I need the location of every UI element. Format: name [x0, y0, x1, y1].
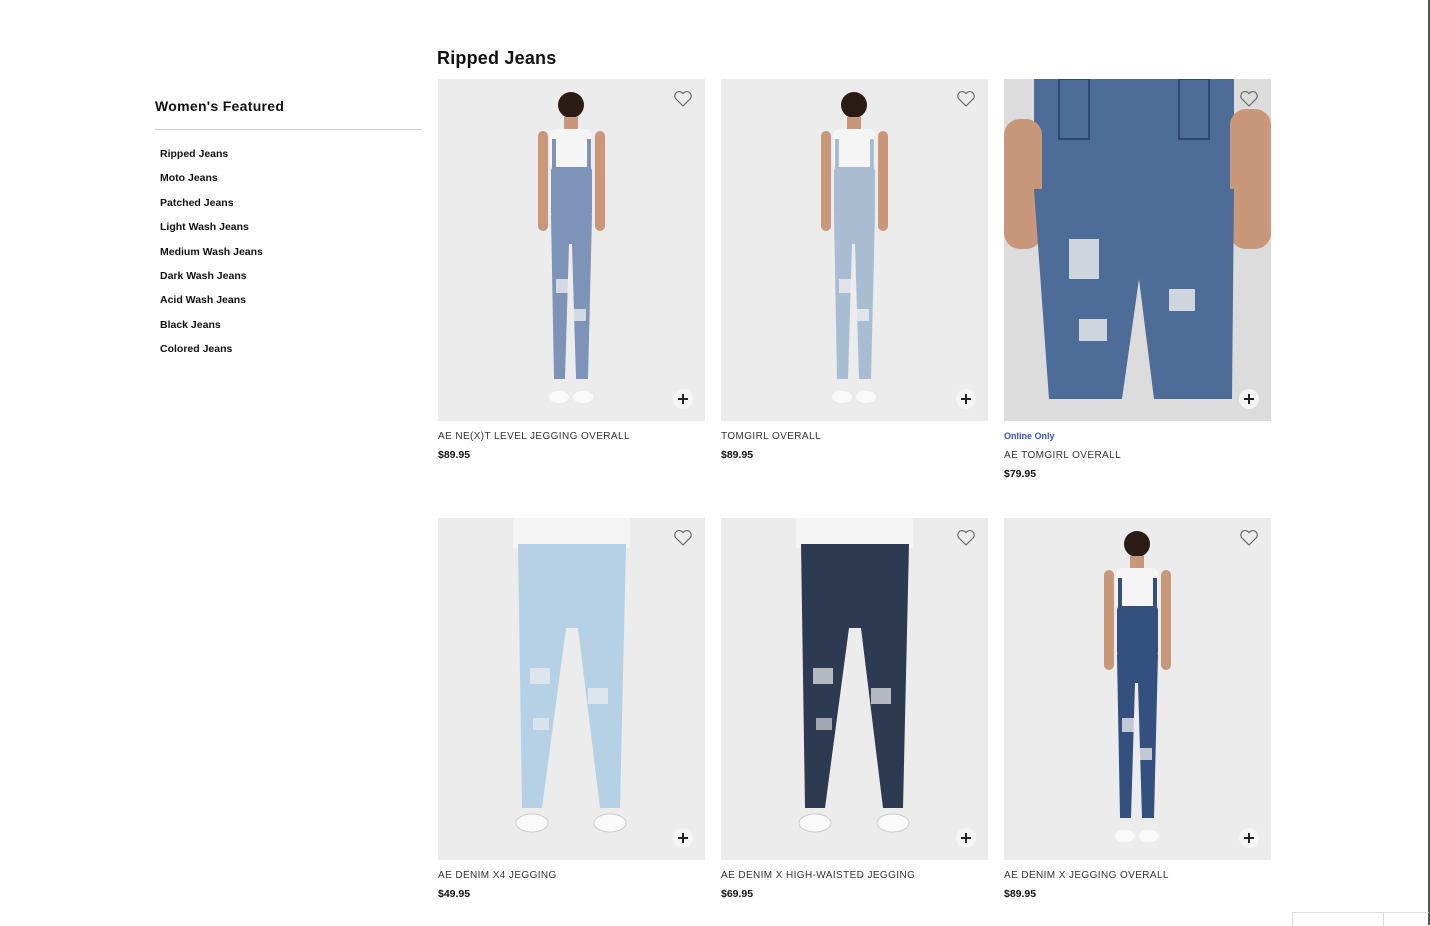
sidebar-item-light-wash-jeans[interactable]: Light Wash Jeans	[160, 220, 422, 244]
product-name[interactable]: TOMGIRL OVERALL	[721, 431, 988, 443]
plus-icon[interactable]	[673, 828, 693, 848]
product-price: $89.95	[438, 449, 471, 461]
heart-icon[interactable]	[673, 528, 693, 548]
sidebar-divider	[155, 129, 422, 130]
product-card[interactable]: TOMGIRL OVERALL $89.95	[721, 79, 988, 462]
sidebar-item-black-jeans[interactable]: Black Jeans	[160, 318, 422, 342]
heart-icon[interactable]	[1239, 89, 1259, 109]
product-card[interactable]: Online Only AE TOMGIRL OVERALL $79.95	[1004, 79, 1271, 481]
heart-icon[interactable]	[673, 89, 693, 109]
product-price: $69.95	[721, 888, 754, 900]
product-card[interactable]: AE DENIM X4 JEGGING $49.95	[438, 518, 705, 901]
product-price: $89.95	[1004, 888, 1037, 900]
plus-icon[interactable]	[673, 389, 693, 409]
sidebar-item-acid-wash-jeans[interactable]: Acid Wash Jeans	[160, 293, 422, 317]
product-card[interactable]: AE NE(X)T LEVEL JEGGING OVERALL $89.95	[438, 79, 705, 462]
product-name[interactable]: AE TOMGIRL OVERALL	[1004, 450, 1271, 462]
product-price: $89.95	[721, 449, 754, 461]
sidebar-item-medium-wash-jeans[interactable]: Medium Wash Jeans	[160, 245, 422, 269]
plus-icon[interactable]	[956, 389, 976, 409]
footer-tab	[1292, 912, 1429, 926]
product-price: $49.95	[438, 888, 471, 900]
product-image[interactable]	[1004, 518, 1271, 860]
product-image[interactable]	[721, 79, 988, 421]
category-sidebar: Women's Featured Ripped Jeans Moto Jeans…	[155, 96, 422, 367]
sidebar-title: Women's Featured	[155, 98, 285, 114]
product-name[interactable]: AE DENIM X JEGGING OVERALL	[1004, 870, 1271, 882]
product-image[interactable]	[438, 79, 705, 421]
sidebar-item-colored-jeans[interactable]: Colored Jeans	[160, 342, 422, 366]
page-title: Ripped Jeans	[437, 48, 557, 68]
plus-icon[interactable]	[956, 828, 976, 848]
product-card[interactable]: AE DENIM X HIGH-WAISTED JEGGING $69.95	[721, 518, 988, 901]
sidebar-item-patched-jeans[interactable]: Patched Jeans	[160, 196, 422, 220]
product-image[interactable]	[1004, 79, 1271, 421]
sidebar-item-dark-wash-jeans[interactable]: Dark Wash Jeans	[160, 269, 422, 293]
online-only-badge: Online Only	[1004, 431, 1055, 441]
product-name[interactable]: AE DENIM X4 JEGGING	[438, 870, 705, 882]
heart-icon[interactable]	[956, 528, 976, 548]
product-image[interactable]	[438, 518, 705, 860]
product-card[interactable]: AE DENIM X JEGGING OVERALL $89.95	[1004, 518, 1271, 901]
heart-icon[interactable]	[1239, 528, 1259, 548]
heart-icon[interactable]	[956, 89, 976, 109]
product-name[interactable]: AE DENIM X HIGH-WAISTED JEGGING	[721, 870, 988, 882]
product-name[interactable]: AE NE(X)T LEVEL JEGGING OVERALL	[438, 431, 705, 443]
product-image[interactable]	[721, 518, 988, 860]
sidebar-item-moto-jeans[interactable]: Moto Jeans	[160, 171, 422, 195]
sidebar-item-ripped-jeans[interactable]: Ripped Jeans	[160, 147, 422, 171]
product-price: $79.95	[1004, 468, 1037, 480]
plus-icon[interactable]	[1239, 828, 1259, 848]
category-list: Ripped Jeans Moto Jeans Patched Jeans Li…	[160, 147, 422, 367]
plus-icon[interactable]	[1239, 389, 1259, 409]
